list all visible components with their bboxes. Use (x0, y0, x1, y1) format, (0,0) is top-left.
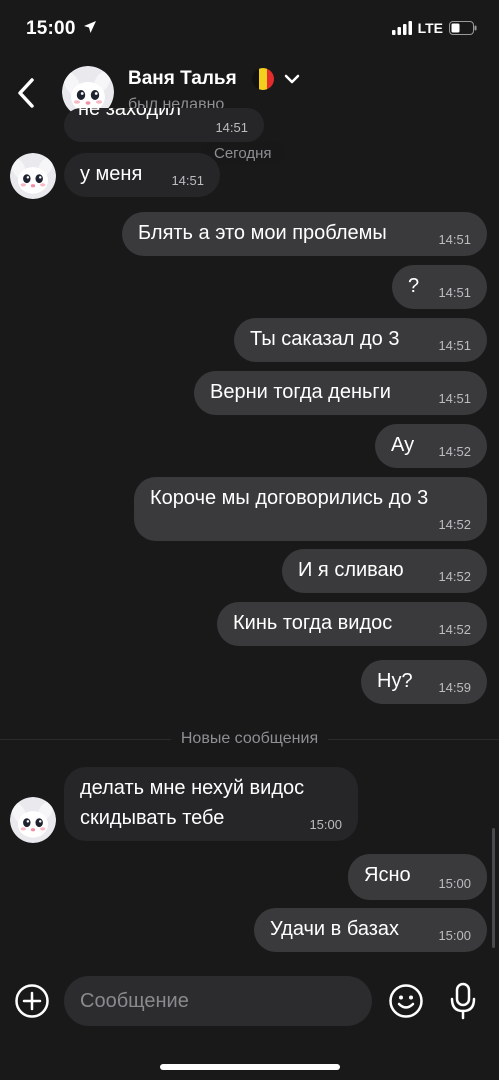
flag-icon (252, 68, 274, 90)
network-label: LTE (417, 20, 443, 36)
message-time: 15:00 (438, 928, 471, 943)
message-text: Короче мы договорились до 3 (150, 487, 429, 509)
outgoing-message[interactable]: Кинь тогда видос 14:52 (217, 602, 487, 646)
message-time: 15:00 (309, 817, 342, 832)
status-time: 15:00 (26, 18, 97, 40)
back-chevron-icon[interactable] (12, 76, 42, 110)
message-time: 14:51 (438, 285, 471, 300)
outgoing-message[interactable]: Ну? 14:59 (361, 660, 487, 704)
message-text: Ты саказал до 3 (250, 328, 400, 350)
message-text: Кинь тогда видос (233, 612, 393, 634)
outgoing-message[interactable]: Ау 14:52 (375, 424, 487, 468)
message-time: 14:52 (438, 517, 471, 532)
battery-icon (449, 21, 477, 35)
sender-avatar[interactable] (10, 797, 56, 843)
message-text: Ну? (377, 670, 413, 692)
message-text: И я сливаю (298, 559, 404, 581)
chevron-down-icon[interactable] (284, 72, 300, 86)
outgoing-message[interactable]: ? 14:51 (392, 265, 487, 309)
signal-icon (391, 21, 412, 35)
outgoing-message[interactable]: Верни тогда деньги 14:51 (194, 371, 487, 415)
outgoing-message[interactable]: Короче мы договорились до 3 14:52 (134, 477, 487, 541)
message-text: Ау (391, 434, 415, 456)
message-text: делать мне нехуй видос (80, 777, 305, 799)
message-text: не заходил (78, 108, 181, 120)
incoming-message[interactable]: делать мне нехуй видос скидывать тебе 15:0… (64, 767, 358, 841)
outgoing-message[interactable]: Удачи в базах 15:00 (254, 908, 487, 952)
message-time: 14:51 (438, 338, 471, 353)
status-indicators: LTE (391, 20, 477, 36)
outgoing-message[interactable]: Ясно 15:00 (348, 854, 487, 900)
message-bubble-partial[interactable]: не заходил 14:51 (64, 108, 264, 142)
message-time: 14:51 (438, 391, 471, 406)
message-time: 14:52 (438, 444, 471, 459)
message-time: 14:51 (215, 120, 248, 135)
message-time: 14:52 (438, 569, 471, 584)
message-input[interactable]: Сообщение (64, 976, 372, 1026)
message-text: Блять а это мои проблемы (138, 222, 387, 244)
outgoing-message[interactable]: И я сливаю 14:52 (282, 549, 487, 593)
home-indicator (160, 1064, 340, 1070)
message-time: 14:52 (438, 622, 471, 637)
message-time: 14:51 (438, 232, 471, 247)
message-time: 14:51 (171, 173, 204, 188)
new-messages-label: Новые сообщения (0, 730, 499, 748)
message-input-placeholder: Сообщение (80, 989, 189, 1012)
location-arrow-icon (84, 21, 97, 33)
message-time: 15:00 (438, 876, 471, 891)
emoji-icon[interactable] (388, 983, 424, 1019)
sender-avatar[interactable] (10, 153, 56, 199)
message-text: ? (408, 275, 420, 297)
message-text: Удачи в базах (270, 918, 400, 940)
message-text: Верни тогда деньги (210, 381, 391, 403)
message-time: 14:59 (438, 680, 471, 695)
message-text: Ясно (364, 864, 411, 886)
scrollbar[interactable] (492, 828, 495, 948)
message-text: у меня (80, 163, 143, 185)
microphone-icon[interactable] (448, 982, 478, 1020)
contact-name[interactable]: Ваня Талья (128, 68, 237, 90)
outgoing-message[interactable]: Ты саказал до 3 14:51 (234, 318, 487, 362)
message-text: скидывать тебе (80, 807, 225, 829)
incoming-message[interactable]: у меня 14:51 (64, 153, 220, 197)
outgoing-message[interactable]: Блять а это мои проблемы 14:51 (122, 212, 487, 256)
plus-icon[interactable] (14, 983, 50, 1019)
